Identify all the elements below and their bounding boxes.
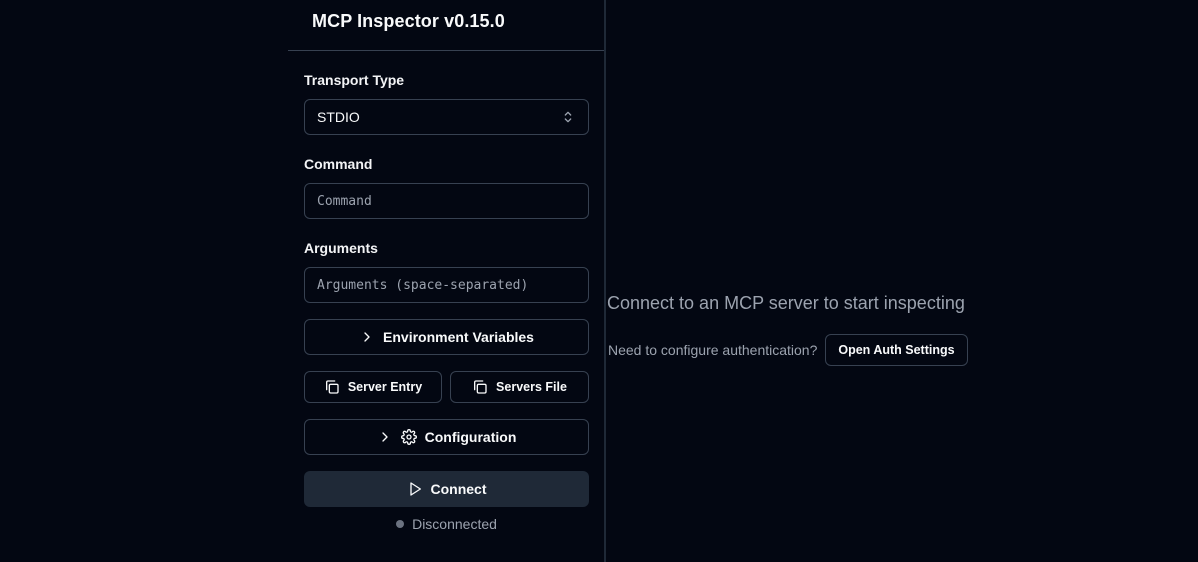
empty-state-message: Connect to an MCP server to start inspec… <box>607 293 965 313</box>
command-input[interactable] <box>317 193 576 209</box>
arguments-field <box>304 267 589 303</box>
environment-variables-button[interactable]: Environment Variables <box>304 319 589 355</box>
sidebar-header: MCP Inspector v0.15.0 <box>288 0 604 51</box>
command-field <box>304 183 589 219</box>
servers-file-button[interactable]: Servers File <box>450 371 589 403</box>
arguments-label: Arguments <box>304 240 378 256</box>
server-entry-button[interactable]: Server Entry <box>304 371 442 403</box>
server-entry-label: Server Entry <box>347 380 423 394</box>
main-panel: Connect to an MCP server to start inspec… <box>607 0 1198 562</box>
auth-prompt-row: Need to configure authentication? Open A… <box>608 334 968 366</box>
arguments-input[interactable] <box>317 277 576 293</box>
sidebar: MCP Inspector v0.15.0 Transport Type STD… <box>288 0 606 562</box>
app-title: MCP Inspector v0.15.0 <box>312 11 505 31</box>
command-label: Command <box>304 156 373 172</box>
chevron-right-icon <box>364 332 370 342</box>
chevrons-up-down-icon <box>564 111 572 123</box>
status-text: Disconnected <box>412 516 497 532</box>
auth-prompt-text: Need to configure authentication? <box>608 342 818 358</box>
environment-variables-label: Environment Variables <box>383 329 534 345</box>
configuration-label: Configuration <box>424 429 517 445</box>
transport-type-select[interactable]: STDIO <box>304 99 589 135</box>
connect-label: Connect <box>430 481 487 497</box>
play-icon <box>409 482 421 496</box>
transport-type-label: Transport Type <box>304 72 405 88</box>
servers-file-label: Servers File <box>496 380 567 394</box>
app-root: MCP Inspector v0.15.0 Transport Type STD… <box>0 0 1198 562</box>
transport-type-value: STDIO <box>317 109 360 125</box>
gear-icon <box>400 429 417 445</box>
copy-icon <box>325 380 339 394</box>
open-auth-settings-button[interactable]: Open Auth Settings <box>825 334 968 366</box>
chevron-right-icon <box>381 432 388 442</box>
connect-button[interactable]: Connect <box>304 471 589 507</box>
copy-icon <box>474 380 487 394</box>
connection-status: Disconnected <box>304 516 589 532</box>
status-dot <box>396 520 405 528</box>
configuration-button[interactable]: Configuration <box>304 419 589 455</box>
